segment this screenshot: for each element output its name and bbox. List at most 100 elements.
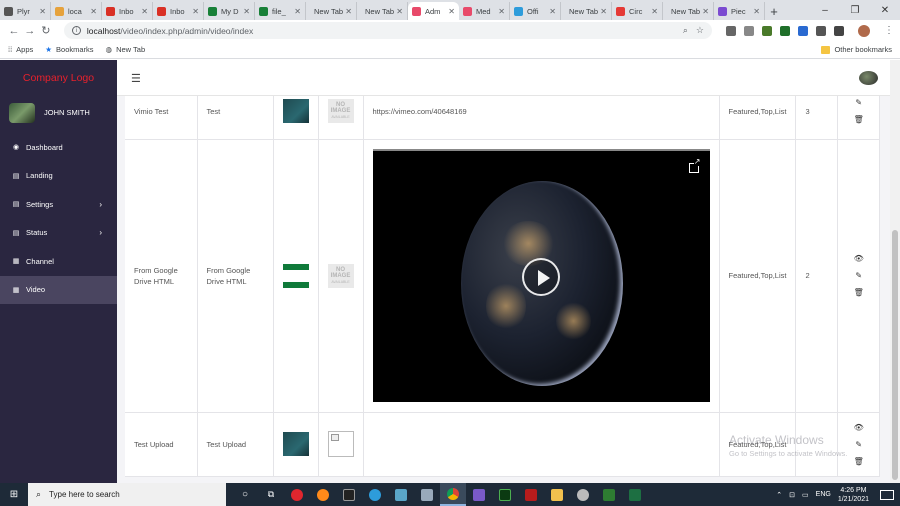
url-input[interactable]: i localhost/video/index.php/admin/video/… — [63, 22, 712, 39]
header-avatar[interactable] — [859, 71, 878, 85]
tab-close-icon[interactable]: ✕ — [141, 7, 148, 16]
chrome-icon[interactable] — [440, 483, 466, 506]
browser-menu-icon[interactable]: ⋮ — [884, 25, 894, 36]
delete-icon[interactable]: 🗑 — [854, 287, 864, 298]
gear-extension-icon[interactable] — [744, 25, 754, 36]
dreamweaver-icon[interactable] — [492, 483, 518, 506]
site-info-icon[interactable]: i — [71, 26, 81, 35]
tab-close-icon[interactable]: ✕ — [294, 7, 301, 16]
open-external-icon[interactable] — [688, 158, 701, 173]
video-url[interactable]: https://vimeo.com/40648169 — [363, 96, 720, 140]
image-viewer-icon[interactable] — [414, 483, 440, 506]
zoom-search-icon[interactable]: ⌕ — [683, 25, 688, 36]
language-indicator[interactable]: ENG — [816, 491, 831, 498]
reload-icon[interactable]: ↻ — [38, 24, 54, 37]
notification-icon[interactable] — [880, 489, 894, 500]
volume-icon[interactable]: ▭ — [802, 491, 809, 499]
notes-app-icon[interactable] — [388, 483, 414, 506]
edit-icon[interactable]: ✎ — [855, 439, 862, 450]
green-extension-icon[interactable] — [780, 25, 790, 36]
play-icon[interactable] — [521, 258, 560, 296]
tab-close-icon[interactable]: ✕ — [39, 7, 46, 16]
sidebar-item-landing[interactable]: ▤ Landing — [0, 162, 117, 191]
browser-tab[interactable]: Plyr ✕ — [0, 2, 51, 20]
brand-logo[interactable]: Company Logo — [0, 60, 117, 96]
edit-icon[interactable]: ✎ — [855, 97, 862, 108]
user-profile[interactable]: JOHN SMITH — [0, 96, 117, 129]
view-icon[interactable]: 👁 — [854, 253, 864, 264]
maximize-button[interactable]: ❐ — [840, 0, 870, 20]
tab-close-icon[interactable]: ✕ — [192, 7, 199, 16]
taskbar-search-input[interactable]: ⌕ Type here to search — [28, 483, 226, 506]
tab-close-icon[interactable]: ✕ — [549, 7, 556, 16]
new-tab-button[interactable]: + — [765, 2, 783, 20]
sidebar-item-status[interactable]: ▤ Status › — [0, 219, 117, 248]
browser-tab[interactable]: file_ ✕ — [255, 2, 306, 20]
tab-close-icon[interactable]: ✕ — [448, 7, 455, 16]
embedded-video-player[interactable] — [372, 149, 710, 402]
media-app-icon[interactable] — [466, 483, 492, 506]
tab-close-icon[interactable]: ✕ — [702, 7, 709, 16]
tab-close-icon[interactable]: ✕ — [651, 7, 658, 16]
tab-close-icon[interactable]: ✕ — [345, 7, 352, 16]
eyedropper-extension-icon[interactable] — [726, 25, 736, 36]
close-window-button[interactable]: ✕ — [870, 0, 900, 20]
delete-icon[interactable]: 🗑 — [854, 114, 864, 125]
camtasia-icon[interactable] — [596, 483, 622, 506]
browser-tab[interactable]: New Tab ✕ — [561, 2, 612, 20]
iq-extension-icon[interactable] — [798, 25, 808, 36]
cortana-icon[interactable]: ○ — [232, 483, 258, 506]
taskbar-clock[interactable]: 4:26 PM 1/21/2021 — [838, 486, 869, 504]
edit-icon[interactable]: ✎ — [855, 270, 862, 281]
network-icon[interactable]: ⊡ — [789, 491, 795, 499]
browser-tab[interactable]: loca ✕ — [51, 2, 102, 20]
hamburger-menu-icon[interactable]: ☰ — [131, 72, 141, 85]
minimize-button[interactable]: – — [810, 0, 840, 20]
puzzle-extensions-icon[interactable] — [816, 25, 826, 36]
tab-close-icon[interactable]: ✕ — [600, 7, 607, 16]
excel-icon[interactable] — [622, 483, 648, 506]
browser-tab[interactable]: Adm ✕ — [408, 2, 459, 20]
terminal-icon[interactable] — [336, 483, 362, 506]
page-scrollbar[interactable] — [890, 60, 900, 483]
new-tab-bookmark[interactable]: ◍ New Tab — [106, 45, 146, 54]
browser-tab[interactable]: Circ ✕ — [612, 2, 663, 20]
sidebar-item-channel[interactable]: ▦ Channel — [0, 247, 117, 276]
browser-tab[interactable]: Inbo ✕ — [102, 2, 153, 20]
browser-tab[interactable]: Med ✕ — [459, 2, 510, 20]
scrollbar-thumb[interactable] — [892, 230, 898, 480]
task-view-icon[interactable]: ⧉ — [258, 483, 284, 506]
browser-tab[interactable]: My D ✕ — [204, 2, 255, 20]
tab-close-icon[interactable]: ✕ — [90, 7, 97, 16]
forward-icon[interactable]: → — [22, 25, 38, 37]
tab-close-icon[interactable]: ✕ — [396, 7, 403, 16]
tray-chevron-icon[interactable]: ⌃ — [776, 491, 782, 499]
browser-tab[interactable]: New Tab ✕ — [663, 2, 714, 20]
bookmark-star-icon[interactable]: ☆ — [696, 25, 704, 36]
opera-icon[interactable] — [284, 483, 310, 506]
app-gear-icon[interactable] — [570, 483, 596, 506]
sidebar-item-video[interactable]: ▦ Video — [0, 275, 117, 304]
sidebar-item-dashboard[interactable]: ◉ Dashboard — [0, 133, 117, 162]
bookmarks-bookmark[interactable]: ★ Bookmarks — [45, 45, 93, 54]
sidebar-item-settings[interactable]: ▤ Settings › — [0, 190, 117, 219]
browser-tab[interactable]: Offi ✕ — [510, 2, 561, 20]
shield-extension-icon[interactable] — [762, 25, 772, 36]
tab-close-icon[interactable]: ✕ — [498, 7, 505, 16]
delete-icon[interactable]: 🗑 — [854, 456, 864, 467]
profile-avatar[interactable] — [858, 24, 870, 37]
firefox-icon[interactable] — [310, 483, 336, 506]
browser-tab[interactable]: New Tab ✕ — [306, 2, 357, 20]
file-explorer-icon[interactable] — [544, 483, 570, 506]
view-icon[interactable]: 👁 — [854, 422, 864, 433]
other-bookmarks[interactable]: Other bookmarks — [821, 45, 892, 54]
browser-tab[interactable]: New Tab ✕ — [357, 2, 408, 20]
browser-tab[interactable]: Inbo ✕ — [153, 2, 204, 20]
apps-bookmark[interactable]: ⁞⁞ Apps — [8, 45, 33, 54]
tab-close-icon[interactable]: ✕ — [753, 7, 760, 16]
browser-tab[interactable]: Piec ✕ — [714, 2, 765, 20]
media-queue-icon[interactable] — [834, 25, 844, 36]
back-icon[interactable]: ← — [6, 25, 22, 37]
windows-start-icon[interactable]: ⊞ — [0, 483, 28, 506]
filezilla-icon[interactable] — [518, 483, 544, 506]
